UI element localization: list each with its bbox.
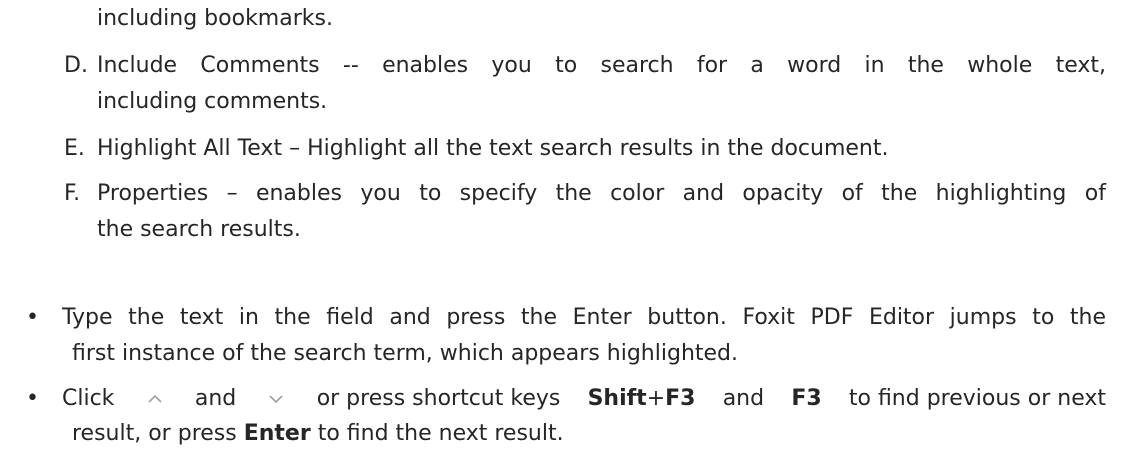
item-d-line-2: including comments. <box>97 89 328 114</box>
bullet-1-symbol: • <box>26 305 39 330</box>
bullet-2-line-1: Click and or press shortcut keys Shift+F… <box>62 384 1106 414</box>
item-d-line-1: Include Comments -- enables you to searc… <box>97 53 1106 78</box>
item-c-continuation: including bookmarks. <box>97 6 333 31</box>
bullet-2-symbol: • <box>26 386 39 411</box>
item-e-line-1: Highlight All Text – Highlight all the t… <box>97 136 889 161</box>
item-f-line-2: the search results. <box>97 217 301 242</box>
item-e-letter: E. <box>64 136 85 161</box>
key-enter: Enter <box>243 421 311 446</box>
item-f-letter: F. <box>64 181 81 206</box>
text-tail: to find previous or next <box>848 386 1106 411</box>
bullet-2-line-2: result, or press Enter to find the next … <box>72 419 564 449</box>
shortcut-shift-f3: Shift+F3 <box>588 384 696 414</box>
text-or-press: or press shortcut keys <box>316 386 561 411</box>
text-result-or-press: result, or press <box>72 421 237 446</box>
text-find-next: to find the next result. <box>317 421 564 446</box>
item-d-letter: D. <box>64 53 88 78</box>
key-f3-a: F3 <box>665 386 696 411</box>
document-page: including bookmarks. D. Include Comments… <box>0 0 1128 452</box>
bullet-1-line-2: first instance of the search term, which… <box>72 341 739 366</box>
plus-sign: + <box>646 386 666 411</box>
bullet-1-line-1: Type the text in the field and press the… <box>62 305 1106 330</box>
chevron-down-icon <box>263 384 289 414</box>
chevron-up-icon <box>142 384 168 414</box>
text-and: and <box>194 386 237 411</box>
text-click: Click <box>62 386 115 411</box>
text-and-2: and <box>722 386 765 411</box>
key-shift: Shift <box>587 386 647 411</box>
item-f-line-1: Properties – enables you to specify the … <box>97 181 1106 206</box>
key-f3-b: F3 <box>791 386 822 411</box>
